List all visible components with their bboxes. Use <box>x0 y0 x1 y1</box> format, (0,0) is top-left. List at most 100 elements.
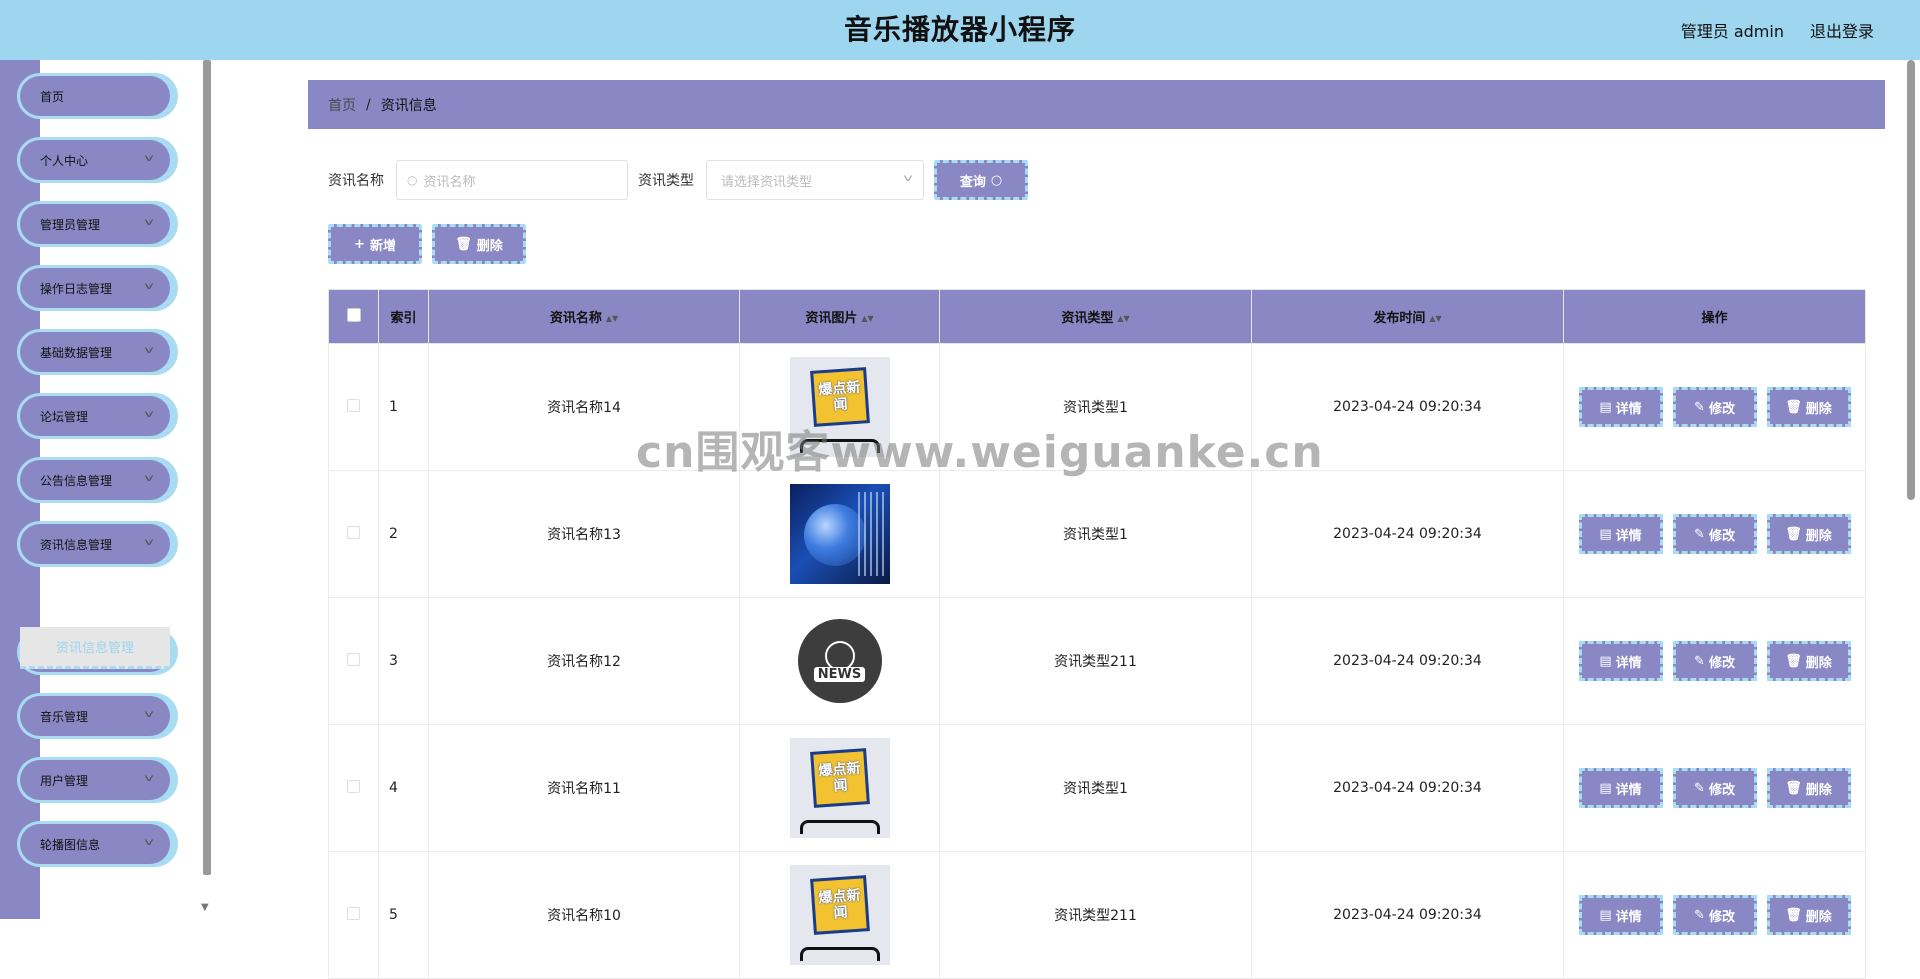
pencil-icon: ✎ <box>1694 780 1705 796</box>
chevron-down-icon: v <box>144 409 154 420</box>
chevron-down-icon: v <box>144 345 154 356</box>
detail-button[interactable]: ▤ 详情 <box>1578 768 1663 808</box>
sidebar-item[interactable]: 音乐管理 v <box>20 696 170 736</box>
header-time-label: 发布时间 <box>1373 311 1426 326</box>
row-type: 资讯类型1 <box>939 470 1252 598</box>
sidebar-item[interactable]: 操作日志管理 v <box>20 268 170 308</box>
table-row: 4 资讯名称11 爆点新闻 资讯类型1 2023-04-24 09:20:34 ▤ 详情 ✎ 修… <box>328 724 1866 852</box>
sidebar-item[interactable]: 公告信息管理 v <box>20 460 170 500</box>
trash-icon: 🗑 <box>1785 780 1802 796</box>
table-row: 2 资讯名称13 资讯类型1 2023-04-24 09:20:34 ▤ 详情 ✎ 修改 🗑 删除 <box>328 470 1866 598</box>
sidebar-item[interactable]: 论坛管理 v <box>20 396 170 436</box>
news-table: 索引 资讯名称 ▲▼ 资讯图片 ▲▼ 资讯类型 ▲▼ 发布时间 ▲▼ 操作 1 资讯名称1… <box>328 289 1866 979</box>
select-all-checkbox[interactable] <box>346 307 361 322</box>
sort-icon[interactable]: ▲▼ <box>1429 314 1441 323</box>
sidebar-item[interactable]: 轮播图信息 v <box>20 824 170 864</box>
delete-label: 删除 <box>1805 528 1832 544</box>
edit-label: 修改 <box>1708 655 1735 671</box>
row-checkbox[interactable] <box>347 525 360 539</box>
breadcrumb-current: 资讯信息 <box>380 97 437 114</box>
row-type: 资讯类型1 <box>939 343 1252 471</box>
sidebar-item[interactable]: 用户管理 v <box>20 760 170 800</box>
header-image[interactable]: 资讯图片 ▲▼ <box>739 289 940 344</box>
chevron-down-icon: v <box>144 837 154 848</box>
detail-label: 详情 <box>1615 401 1642 417</box>
row-name: 资讯名称12 <box>428 597 740 725</box>
edit-button[interactable]: ✎ 修改 <box>1672 514 1757 554</box>
document-icon: ▤ <box>1599 780 1612 796</box>
delete-button[interactable]: 🗑 删除 <box>1766 641 1851 681</box>
sidebar-item[interactable]: 基础数据管理 v <box>20 332 170 372</box>
sidebar-item[interactable]: 个人中心 v <box>20 140 170 180</box>
row-checkbox[interactable] <box>347 779 360 793</box>
sort-icon[interactable]: ▲▼ <box>606 314 618 323</box>
news-name-label: 资讯名称 <box>328 173 384 189</box>
sidebar-item-label: 个人中心 <box>40 153 89 168</box>
row-checkbox[interactable] <box>347 652 360 666</box>
delete-button[interactable]: 🗑 删除 <box>1766 768 1851 808</box>
detail-label: 详情 <box>1615 655 1642 671</box>
news-label: NEWS <box>813 666 866 682</box>
globe-icon <box>803 504 866 566</box>
sidebar-item[interactable]: 首页 <box>20 76 170 116</box>
header-time[interactable]: 发布时间 ▲▼ <box>1251 289 1564 344</box>
chevron-down-icon: v <box>903 173 913 184</box>
sidebar: 首页 个人中心 v 管理员管理 v 操作日志管理 v 基础数据管理 v 论坛管理 v 公告信息管理 v 资… <box>0 60 212 919</box>
sidebar-item-label: 公告信息管理 <box>40 473 113 488</box>
page-scrollbar[interactable] <box>1907 60 1915 500</box>
action-toolbar: + 新增 🗑 删除 <box>328 224 526 264</box>
delete-button[interactable]: 🗑 删除 <box>1766 514 1851 554</box>
sort-icon[interactable]: ▲▼ <box>1117 314 1129 323</box>
logout-link[interactable]: 退出登录 <box>1810 18 1874 42</box>
sidebar-item[interactable]: 管理员管理 v <box>20 204 170 244</box>
news-name-placeholder: 资讯名称 <box>423 174 476 190</box>
edit-button[interactable]: ✎ 修改 <box>1672 387 1757 427</box>
row-time: 2023-04-24 09:20:34 <box>1251 724 1564 852</box>
header-select-all[interactable] <box>328 289 379 344</box>
row-select-cell <box>328 724 379 852</box>
row-ops: ▤ 详情 ✎ 修改 🗑 删除 <box>1563 470 1866 598</box>
news-type-select[interactable]: 请选择资讯类型 v <box>706 160 924 200</box>
detail-button[interactable]: ▤ 详情 <box>1578 641 1663 681</box>
news-name-input[interactable]: ○ 资讯名称 <box>396 160 628 200</box>
detail-button[interactable]: ▤ 详情 <box>1578 387 1663 427</box>
delete-label: 删除 <box>1805 401 1832 417</box>
trash-icon: 🗑 <box>1785 907 1802 923</box>
add-button[interactable]: + 新增 <box>328 224 422 264</box>
trash-icon: 🗑 <box>1785 526 1802 542</box>
row-ops: ▤ 详情 ✎ 修改 🗑 删除 <box>1563 724 1866 852</box>
news-thumbnail <box>789 484 890 584</box>
sidebar-scrollbar[interactable] <box>203 60 211 875</box>
edit-button[interactable]: ✎ 修改 <box>1672 768 1757 808</box>
batch-delete-button[interactable]: 🗑 删除 <box>432 224 526 264</box>
edit-button[interactable]: ✎ 修改 <box>1672 895 1757 935</box>
sidebar-item[interactable]: 资讯信息管理 v <box>20 524 170 564</box>
search-icon: ○ <box>990 172 1003 188</box>
header-name[interactable]: 资讯名称 ▲▼ <box>428 289 740 344</box>
header-type[interactable]: 资讯类型 ▲▼ <box>939 289 1252 344</box>
sidebar-item-label: 操作日志管理 <box>40 281 113 296</box>
scroll-down-arrow-icon[interactable]: ▼ <box>201 902 209 913</box>
row-checkbox[interactable] <box>347 398 360 412</box>
row-checkbox[interactable] <box>347 906 360 920</box>
sidebar-item-label: 轮播图信息 <box>40 837 101 852</box>
sidebar-subitem-news-management[interactable]: 资讯信息管理 <box>20 627 170 669</box>
detail-button[interactable]: ▤ 详情 <box>1578 514 1663 554</box>
row-select-cell <box>328 851 379 979</box>
sidebar-item-label: 音乐管理 <box>40 709 89 724</box>
row-ops: ▤ 详情 ✎ 修改 🗑 删除 <box>1563 597 1866 725</box>
sort-icon[interactable]: ▲▼ <box>861 314 873 323</box>
delete-button[interactable]: 🗑 删除 <box>1766 387 1851 427</box>
current-user-label[interactable]: 管理员 admin <box>1681 18 1784 42</box>
breadcrumb-home[interactable]: 首页 <box>328 95 356 115</box>
row-image-cell <box>739 470 940 598</box>
search-form: 资讯名称 ○ 资讯名称 资讯类型 请选择资讯类型 v 查询 ○ <box>328 160 1028 200</box>
query-button[interactable]: 查询 ○ <box>934 160 1028 200</box>
phone-outline <box>799 439 880 453</box>
edit-button[interactable]: ✎ 修改 <box>1672 641 1757 681</box>
news-thumbnail: 爆点新闻 <box>789 738 890 838</box>
news-thumbnail: NEWS <box>789 611 890 711</box>
detail-button[interactable]: ▤ 详情 <box>1578 895 1663 935</box>
delete-button[interactable]: 🗑 删除 <box>1766 895 1851 935</box>
document-icon: ▤ <box>1599 653 1612 669</box>
